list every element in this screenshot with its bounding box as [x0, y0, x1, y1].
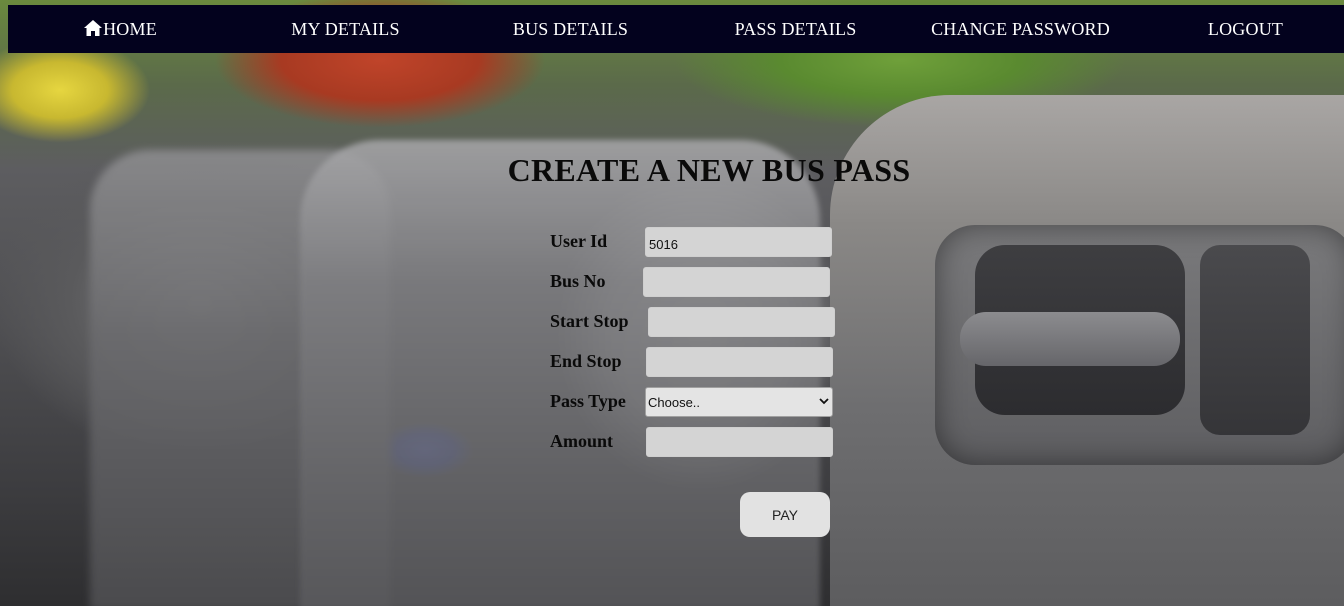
user-id-label: User Id — [550, 231, 608, 251]
end-stop-label: End Stop — [550, 351, 622, 371]
end-stop-input[interactable] — [646, 347, 833, 377]
amount-input[interactable] — [646, 427, 833, 457]
nav-pass-details-label: PASS DETAILS — [734, 18, 857, 39]
background-handle-bar — [960, 312, 1180, 366]
start-stop-input[interactable] — [648, 307, 835, 337]
nav-change-password[interactable]: CHANGE PASSWORD — [908, 5, 1133, 53]
nav-logout[interactable]: LOGOUT — [1133, 5, 1344, 53]
bus-no-label: Bus No — [550, 271, 606, 291]
amount-label: Amount — [550, 431, 614, 451]
bus-seats-background — [0, 0, 1344, 606]
nav-home-label: HOME — [103, 18, 157, 39]
nav-logout-label: LOGOUT — [1207, 18, 1284, 39]
pass-type-select[interactable]: Choose.. — [645, 387, 833, 417]
pay-button[interactable]: PAY — [740, 492, 830, 537]
nav-pass-details[interactable]: PASS DETAILS — [683, 5, 908, 53]
nav-bus-details[interactable]: BUS DETAILS — [458, 5, 683, 53]
home-icon — [84, 20, 103, 36]
nav-bus-details-label: BUS DETAILS — [512, 18, 629, 39]
user-id-input[interactable] — [645, 227, 832, 257]
background-handle-opening-right — [1200, 245, 1310, 435]
start-stop-label: Start Stop — [550, 311, 629, 331]
nav-my-details-label: MY DETAILS — [291, 18, 400, 39]
bus-no-input[interactable] — [643, 267, 830, 297]
pass-type-select-wrapper: Choose.. — [645, 387, 833, 417]
page-title: CREATE A NEW BUS PASS — [507, 152, 911, 188]
nav-change-password-label: CHANGE PASSWORD — [931, 18, 1110, 39]
nav-home[interactable]: HOME — [8, 5, 233, 53]
pass-type-label: Pass Type — [550, 391, 626, 411]
top-navigation-bar: HOME MY DETAILS BUS DETAILS PASS DETAILS… — [8, 5, 1344, 53]
nav-my-details[interactable]: MY DETAILS — [233, 5, 458, 53]
